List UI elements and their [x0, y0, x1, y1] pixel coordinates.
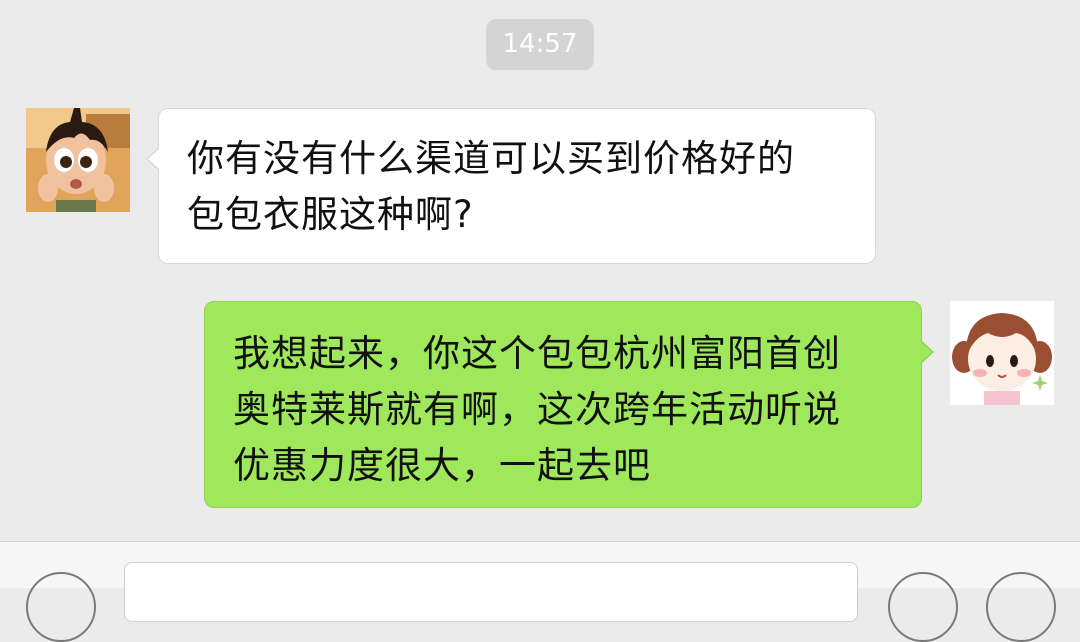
- plus-icon[interactable]: [986, 572, 1056, 642]
- contact-avatar[interactable]: [26, 108, 130, 212]
- emoji-icon[interactable]: [888, 572, 958, 642]
- outgoing-message-bubble[interactable]: 我想起来，你这个包包杭州富阳首创 奥特莱斯就有啊，这次跨年活动听说 优惠力度很大…: [204, 301, 934, 508]
- voice-icon[interactable]: [26, 572, 96, 642]
- my-avatar[interactable]: [950, 301, 1054, 405]
- cartoon-girl-pigtails-avatar-icon: [950, 301, 1054, 405]
- message-line: 包包衣服这种啊?: [187, 193, 474, 236]
- chat-input-bar: [0, 541, 1080, 642]
- incoming-message-bubble[interactable]: 你有没有什么渠道可以买到价格好的 包包衣服这种啊?: [146, 108, 876, 264]
- message-timestamp: 14:57: [486, 19, 594, 70]
- message-line: 你有没有什么渠道可以买到价格好的: [187, 137, 795, 180]
- message-line: 优惠力度很大，一起去吧: [233, 444, 651, 487]
- message-input[interactable]: [124, 562, 858, 622]
- message-line: 奥特莱斯就有啊，这次跨年活动听说: [233, 388, 841, 431]
- cartoon-girl-avatar-icon: [26, 108, 130, 212]
- message-line: 我想起来，你这个包包杭州富阳首创: [233, 332, 841, 375]
